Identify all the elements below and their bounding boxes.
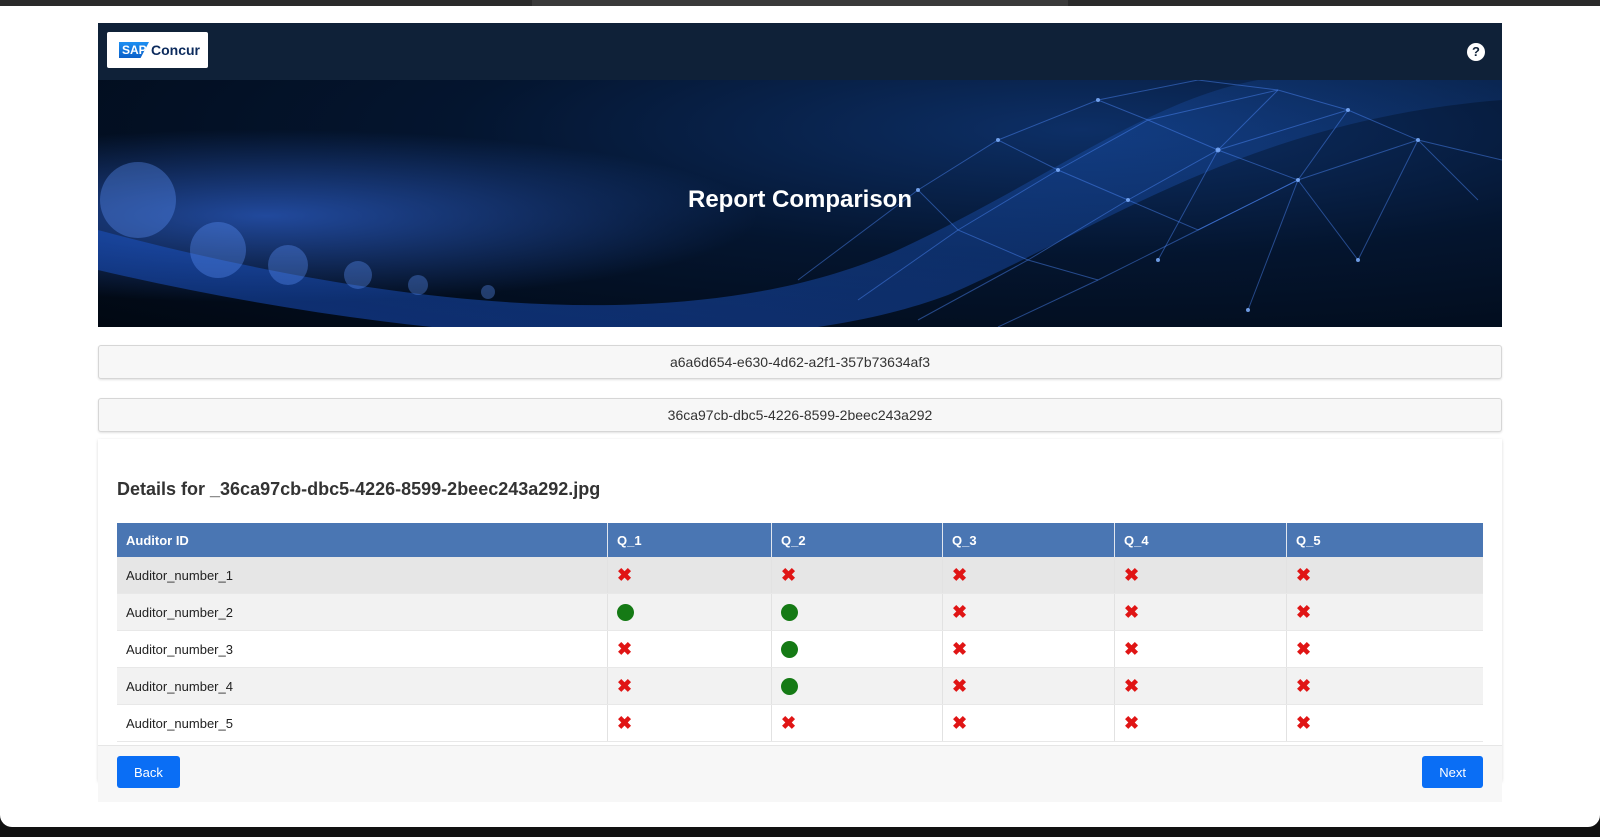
cross-icon: ✖ xyxy=(617,639,633,659)
report-id-bar-1[interactable]: a6a6d654-e630-4d62-a2f1-357b73634af3 xyxy=(98,345,1502,379)
table-row: Auditor_number_1 ✖ ✖ ✖ ✖ ✖ xyxy=(117,557,1483,594)
column-header-q4: Q_4 xyxy=(1114,523,1287,557)
auditor-id-cell: Auditor_number_5 xyxy=(117,704,608,742)
cross-icon: ✖ xyxy=(781,713,797,733)
sap-logo-mark: SAP xyxy=(119,42,149,58)
auditor-id-cell: Auditor_number_3 xyxy=(117,630,608,668)
answer-cell-q5: ✖ xyxy=(1286,630,1483,668)
next-button[interactable]: Next xyxy=(1422,756,1483,788)
cross-icon: ✖ xyxy=(952,639,968,659)
answer-cell-q2: ✖ xyxy=(771,704,943,742)
answer-cell-q4: ✖ xyxy=(1114,704,1287,742)
answer-cell-q5: ✖ xyxy=(1286,704,1483,742)
column-header-auditor-id: Auditor ID xyxy=(117,523,608,557)
answer-cell-q1: ✖ xyxy=(607,630,772,668)
hero-banner: Report Comparison xyxy=(98,80,1502,327)
check-dot-icon xyxy=(781,640,798,658)
answer-cell-q4: ✖ xyxy=(1114,667,1287,705)
answer-cell-q4: ✖ xyxy=(1114,630,1287,668)
answer-cell-q3: ✖ xyxy=(942,630,1115,668)
answer-cell-q1 xyxy=(607,593,772,631)
sap-concur-logo[interactable]: SAP Concur xyxy=(107,32,208,68)
app-container: SAP Concur ? Report Comparison a6a6d654-… xyxy=(98,23,1502,821)
cross-icon: ✖ xyxy=(1124,713,1140,733)
auditor-comparison-table: Auditor ID Q_1 Q_2 Q_3 Q_4 Q_5 Auditor_n… xyxy=(117,523,1483,742)
answer-cell-q3: ✖ xyxy=(942,557,1115,594)
cross-icon: ✖ xyxy=(952,602,968,622)
answer-cell-q5: ✖ xyxy=(1286,593,1483,631)
auditor-id-cell: Auditor_number_1 xyxy=(117,557,608,594)
cross-icon: ✖ xyxy=(952,565,968,585)
answer-cell-q3: ✖ xyxy=(942,593,1115,631)
column-header-q5: Q_5 xyxy=(1286,523,1483,557)
check-dot-icon xyxy=(617,603,634,621)
report-id-bar-2[interactable]: 36ca97cb-dbc5-4226-8599-2beec243a292 xyxy=(98,398,1502,432)
table-row: Auditor_number_2 ✖ ✖ ✖ xyxy=(117,593,1483,631)
cross-icon: ✖ xyxy=(617,676,633,696)
answer-cell-q3: ✖ xyxy=(942,667,1115,705)
column-header-q3: Q_3 xyxy=(942,523,1115,557)
cross-icon: ✖ xyxy=(617,713,633,733)
cross-icon: ✖ xyxy=(1124,602,1140,622)
cross-icon: ✖ xyxy=(1296,602,1312,622)
cross-icon: ✖ xyxy=(952,676,968,696)
table-row: Auditor_number_3 ✖ ✖ ✖ ✖ xyxy=(117,630,1483,668)
cross-icon: ✖ xyxy=(952,713,968,733)
column-header-q1: Q_1 xyxy=(607,523,772,557)
answer-cell-q5: ✖ xyxy=(1286,667,1483,705)
answer-cell-q1: ✖ xyxy=(607,704,772,742)
answer-cell-q2 xyxy=(771,593,943,631)
table-body: Auditor_number_1 ✖ ✖ ✖ ✖ ✖ Auditor_number_2 ✖ ✖ ✖… xyxy=(117,557,1483,742)
cross-icon: ✖ xyxy=(1124,639,1140,659)
column-header-q2: Q_2 xyxy=(771,523,943,557)
table-row: Auditor_number_4 ✖ ✖ ✖ ✖ xyxy=(117,667,1483,705)
answer-cell-q4: ✖ xyxy=(1114,557,1287,594)
cross-icon: ✖ xyxy=(1124,565,1140,585)
check-dot-icon xyxy=(781,677,798,695)
details-title: Details for _36ca97cb-dbc5-4226-8599-2be… xyxy=(117,479,601,499)
cross-icon: ✖ xyxy=(1296,676,1312,696)
answer-cell-q2 xyxy=(771,667,943,705)
browser-window: SAP Concur ? Report Comparison a6a6d654-… xyxy=(0,6,1600,827)
concur-logo-text: Concur xyxy=(151,42,200,58)
auditor-id-cell: Auditor_number_4 xyxy=(117,667,608,705)
help-icon[interactable]: ? xyxy=(1467,43,1485,61)
cross-icon: ✖ xyxy=(1124,676,1140,696)
answer-cell-q2 xyxy=(771,630,943,668)
answer-cell-q1: ✖ xyxy=(607,557,772,594)
card-footer: Back Next xyxy=(98,745,1502,802)
cross-icon: ✖ xyxy=(1296,565,1312,585)
cross-icon: ✖ xyxy=(1296,713,1312,733)
auditor-id-cell: Auditor_number_2 xyxy=(117,593,608,631)
table-row: Auditor_number_5 ✖ ✖ ✖ ✖ ✖ xyxy=(117,704,1483,742)
page-title: Report Comparison xyxy=(687,186,912,213)
answer-cell-q4: ✖ xyxy=(1114,593,1287,631)
cross-icon: ✖ xyxy=(781,565,797,585)
answer-cell-q5: ✖ xyxy=(1286,557,1483,594)
answer-cell-q1: ✖ xyxy=(607,667,772,705)
check-dot-icon xyxy=(781,603,798,621)
answer-cell-q3: ✖ xyxy=(942,704,1115,742)
answer-cell-q2: ✖ xyxy=(771,557,943,594)
back-button[interactable]: Back xyxy=(117,756,180,788)
cross-icon: ✖ xyxy=(617,565,633,585)
table-header-row: Auditor ID Q_1 Q_2 Q_3 Q_4 Q_5 xyxy=(117,523,1483,557)
cross-icon: ✖ xyxy=(1296,639,1312,659)
details-card: Details for _36ca97cb-dbc5-4226-8599-2be… xyxy=(98,439,1502,802)
app-header: SAP Concur ? xyxy=(98,23,1502,80)
